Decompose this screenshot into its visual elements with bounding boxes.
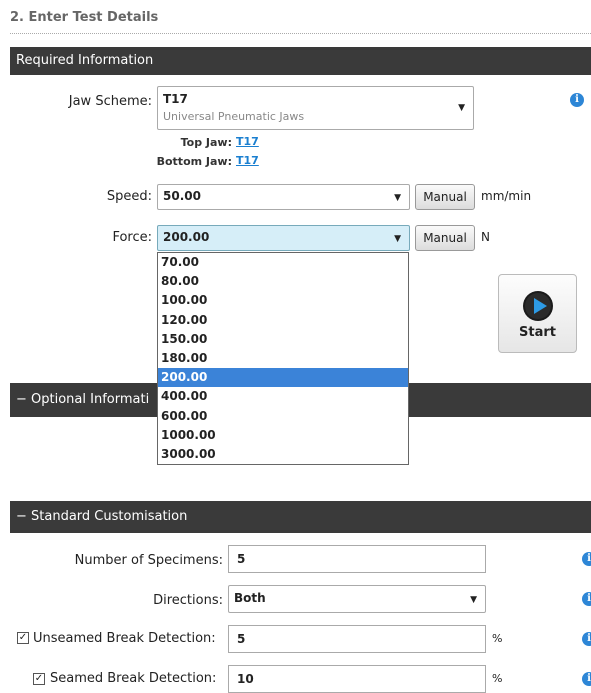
force-option[interactable]: 1000.00 (158, 426, 408, 445)
force-option-selected[interactable]: 200.00 (158, 368, 408, 388)
divider (10, 33, 591, 34)
step-title: 2. Enter Test Details (10, 10, 159, 25)
info-icon[interactable]: i (582, 592, 591, 606)
force-option[interactable]: 100.00 (158, 291, 408, 310)
unseamed-input[interactable]: 5 (228, 625, 486, 653)
seamed-label: Seamed Break Detection: (50, 671, 217, 686)
jaw-scheme-sub: Universal Pneumatic Jaws (163, 110, 305, 123)
speed-manual-button[interactable]: Manual (415, 184, 475, 210)
directions-value: Both (234, 591, 266, 605)
top-jaw-label: Top Jaw: (180, 136, 232, 149)
required-info-header: Required Information (10, 47, 591, 75)
force-option[interactable]: 600.00 (158, 407, 408, 426)
directions-select[interactable]: Both ▼ (228, 585, 486, 613)
unseamed-label: Unseamed Break Detection: (33, 631, 216, 646)
top-jaw-link[interactable]: T17 (236, 135, 259, 148)
directions-label: Directions: (153, 593, 223, 608)
start-button[interactable]: Start (498, 274, 577, 353)
bottom-jaw-label: Bottom Jaw: (156, 155, 232, 168)
force-label: Force: (112, 230, 152, 245)
chevron-down-icon: ▼ (394, 234, 401, 244)
speed-unit: mm/min (481, 189, 532, 203)
force-dropdown-list[interactable]: 70.00 80.00 100.00 120.00 150.00 180.00 … (157, 252, 409, 465)
start-label: Start (519, 325, 556, 340)
jaw-scheme-select[interactable]: T17 Universal Pneumatic Jaws ▼ (157, 86, 474, 130)
speed-select[interactable]: 50.00 ▼ (157, 184, 410, 210)
force-option[interactable]: 180.00 (158, 349, 408, 368)
info-icon[interactable]: i (570, 93, 584, 107)
speed-value: 50.00 (163, 189, 201, 203)
info-icon[interactable]: i (582, 552, 591, 566)
force-option[interactable]: 3000.00 (158, 445, 408, 464)
chevron-down-icon: ▼ (394, 193, 401, 203)
info-icon[interactable]: i (582, 672, 591, 686)
force-value: 200.00 (163, 230, 210, 244)
specimens-input[interactable]: 5 (228, 545, 486, 573)
seamed-checkbox[interactable]: ✓ (33, 673, 45, 685)
chevron-down-icon: ▼ (470, 595, 477, 605)
bottom-jaw-link[interactable]: T17 (236, 154, 259, 167)
force-option[interactable]: 120.00 (158, 311, 408, 330)
force-select[interactable]: 200.00 ▼ (157, 225, 410, 251)
force-option[interactable]: 150.00 (158, 330, 408, 349)
chevron-down-icon: ▼ (458, 103, 465, 113)
unseamed-checkbox[interactable]: ✓ (17, 632, 29, 644)
jaw-scheme-label: Jaw Scheme: (68, 94, 152, 109)
unseamed-unit: % (492, 632, 503, 645)
checkmark-icon: ✓ (34, 673, 44, 684)
info-icon[interactable]: i (582, 632, 591, 646)
force-option[interactable]: 70.00 (158, 253, 408, 272)
force-option[interactable]: 80.00 (158, 272, 408, 291)
specimens-label: Number of Specimens: (74, 553, 223, 568)
force-option[interactable]: 400.00 (158, 387, 408, 406)
checkmark-icon: ✓ (18, 632, 28, 643)
seamed-input[interactable]: 10 (228, 665, 486, 693)
force-unit: N (481, 230, 490, 244)
standard-customisation-header[interactable]: − Standard Customisation (10, 501, 591, 533)
seamed-unit: % (492, 672, 503, 685)
force-manual-button[interactable]: Manual (415, 225, 475, 251)
play-icon (523, 291, 553, 321)
jaw-scheme-value: T17 (163, 92, 188, 106)
speed-label: Speed: (106, 189, 152, 204)
